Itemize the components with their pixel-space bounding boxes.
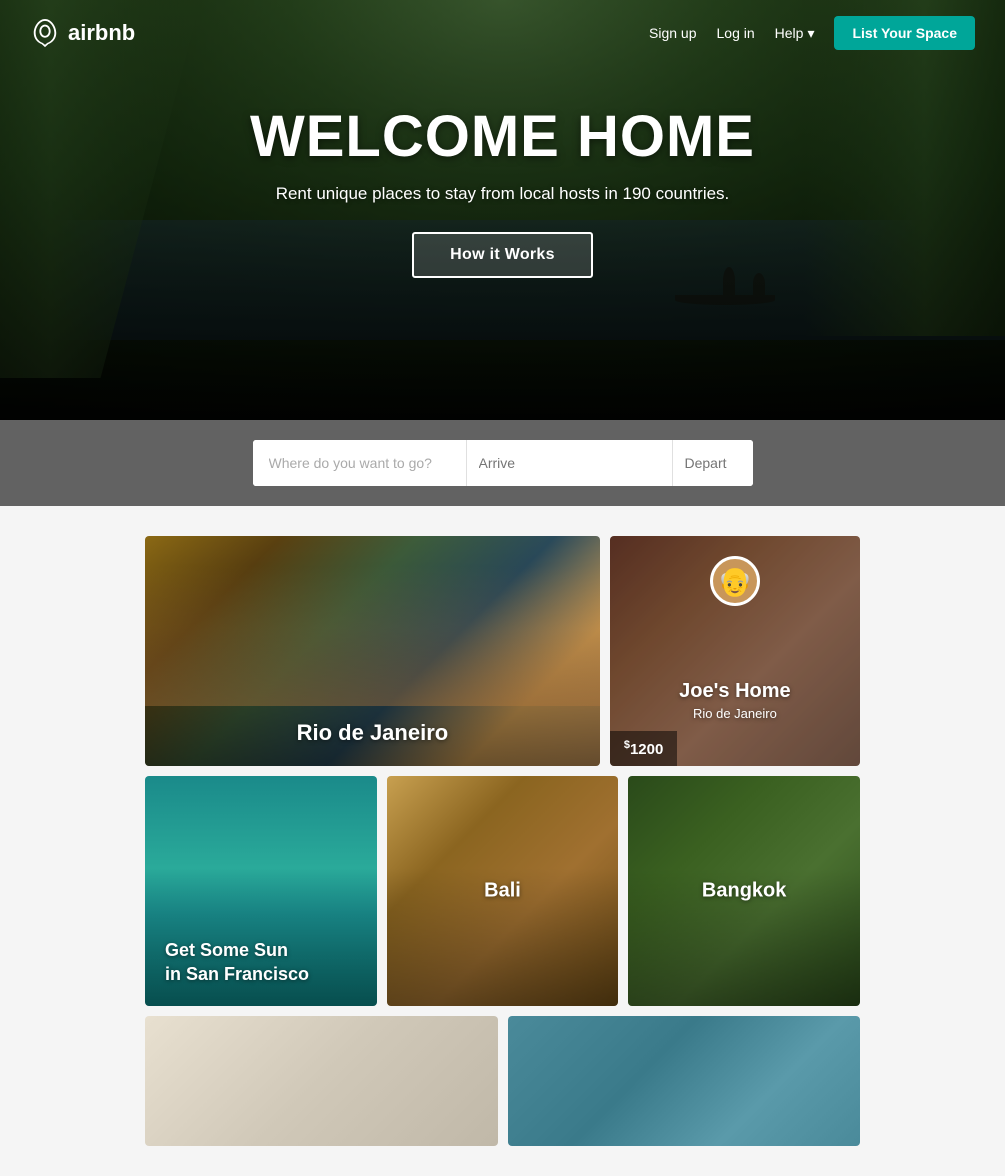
- bali-label: Bali: [484, 880, 521, 903]
- logo[interactable]: airbnb: [30, 18, 135, 48]
- search-bar: [253, 440, 753, 486]
- search-depart-input[interactable]: [673, 440, 753, 486]
- host-avatar: [710, 556, 760, 606]
- urban-card[interactable]: [508, 1016, 861, 1146]
- help-button[interactable]: Help ▾: [775, 25, 815, 42]
- joes-home-card[interactable]: Joe's Home Rio de Janeiro $1200: [610, 536, 860, 766]
- bangkok-card[interactable]: Bangkok: [628, 776, 860, 1006]
- content-grid: Rio de Janeiro Joe's Home Rio de Janeiro…: [0, 506, 1005, 1176]
- login-button[interactable]: Log in: [717, 25, 755, 41]
- bottom-row: Get Some Sun in San Francisco Bali Bangk…: [145, 776, 860, 1006]
- search-destination-input[interactable]: [253, 440, 467, 486]
- rio-de-janeiro-card[interactable]: Rio de Janeiro: [145, 536, 600, 766]
- hero-subtitle: Rent unique places to stay from local ho…: [276, 184, 730, 204]
- rio-people: [145, 566, 600, 706]
- how-it-works-button[interactable]: How it Works: [412, 232, 593, 278]
- last-row: [145, 1016, 860, 1146]
- signup-button[interactable]: Sign up: [649, 25, 696, 41]
- search-arrive-input[interactable]: [467, 440, 673, 486]
- rio-label: Rio de Janeiro: [297, 720, 449, 746]
- joes-home-label: Joe's Home Rio de Janeiro: [679, 680, 790, 721]
- price-badge: $1200: [610, 731, 678, 766]
- logo-text: airbnb: [68, 20, 135, 46]
- sf-label: Get Some Sun in San Francisco: [165, 939, 309, 986]
- search-section: [0, 420, 1005, 506]
- airbnb-logo-icon: [30, 18, 60, 48]
- navbar: airbnb Sign up Log in Help ▾ List Your S…: [0, 0, 1005, 66]
- nav-links: Sign up Log in Help ▾ List Your Space: [649, 16, 975, 50]
- hero-title: WELCOME HOME: [250, 103, 755, 170]
- list-your-space-button[interactable]: List Your Space: [834, 16, 975, 50]
- top-row: Rio de Janeiro Joe's Home Rio de Janeiro…: [145, 536, 860, 766]
- bangkok-label: Bangkok: [702, 880, 786, 903]
- help-dropdown-icon: ▾: [807, 25, 814, 42]
- room-card[interactable]: [145, 1016, 498, 1146]
- bali-card[interactable]: Bali: [387, 776, 619, 1006]
- san-francisco-card[interactable]: Get Some Sun in San Francisco: [145, 776, 377, 1006]
